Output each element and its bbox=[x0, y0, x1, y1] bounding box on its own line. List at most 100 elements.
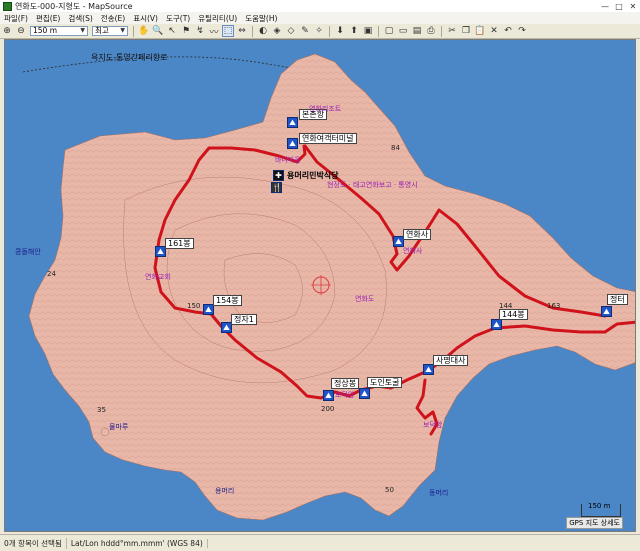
toolbar-separator bbox=[329, 25, 330, 37]
poi-label-island: 연화도 bbox=[355, 295, 375, 303]
poi-label-bosal: 보덕암 bbox=[335, 391, 355, 399]
highlight-icon[interactable]: ✧ bbox=[313, 25, 325, 37]
contour-label: 200 bbox=[321, 405, 335, 413]
distance-tool-icon[interactable]: ⇔ bbox=[236, 25, 248, 37]
paste-icon[interactable]: 📋 bbox=[474, 25, 486, 37]
sea-label-bottom-left: 물마루 bbox=[109, 423, 129, 431]
contour-label: 163 bbox=[547, 302, 561, 310]
waypoint-label-sabeom[interactable]: 사명대사 bbox=[433, 355, 469, 366]
detail-level-select[interactable]: 최고 ▼ bbox=[92, 26, 128, 36]
scale-text: 150 m bbox=[588, 502, 611, 510]
track-tool-icon[interactable]: 〰 bbox=[208, 25, 220, 38]
pointer-tool-icon[interactable]: ⬚ bbox=[222, 25, 234, 37]
hiking-waypoint-icon[interactable]: ⛰ bbox=[287, 117, 298, 128]
measure-icon[interactable]: ✎ bbox=[299, 25, 311, 37]
contour-label: 150 bbox=[187, 302, 201, 310]
waypoint-label-temple[interactable]: 연화사 bbox=[403, 229, 432, 240]
detail-level-value: 최고 bbox=[95, 26, 109, 35]
hiking-waypoint-icon[interactable]: ⛰ bbox=[287, 138, 298, 149]
hiking-waypoint-icon[interactable]: ⛰ bbox=[491, 319, 502, 330]
zoom-out-icon[interactable]: ⊖ bbox=[15, 25, 27, 37]
map-select-icon[interactable]: ◈ bbox=[271, 25, 283, 37]
contour-label: 24 bbox=[47, 270, 56, 278]
minimize-button[interactable]: — bbox=[598, 1, 612, 12]
contour-label: 84 bbox=[391, 144, 400, 152]
waypoint-label-161[interactable]: 161봉 bbox=[165, 238, 194, 249]
coordinate-format: Lat/Lon hddd°mm.mmm' (WGS 84) bbox=[67, 538, 208, 548]
toolbar-separator bbox=[133, 25, 134, 37]
contour-label: 35 bbox=[97, 406, 106, 414]
zoom-level-value: 150 m bbox=[33, 26, 58, 35]
map-tool-icon[interactable]: ◐ bbox=[257, 25, 269, 37]
waypoint-label-154[interactable]: 154봉 bbox=[213, 295, 242, 306]
menu-transfer[interactable]: 전송(E) bbox=[97, 13, 129, 24]
poi-label-misc: 보덕암 bbox=[423, 421, 443, 429]
menu-utilities[interactable]: 유틸리티(U) bbox=[194, 13, 241, 24]
menu-search[interactable]: 검색(S) bbox=[64, 13, 96, 24]
hiking-waypoint-icon[interactable]: ⛰ bbox=[601, 306, 612, 317]
chevron-down-icon: ▼ bbox=[120, 27, 125, 34]
menu-edit[interactable]: 편집(E) bbox=[32, 13, 64, 24]
contour-label: 50 bbox=[385, 486, 394, 494]
device-icon[interactable]: ▣ bbox=[362, 25, 374, 37]
poi-label-temple: 연화사 bbox=[403, 247, 423, 255]
toolbar-separator bbox=[378, 25, 379, 37]
send-device-icon[interactable]: ⬆ bbox=[348, 25, 360, 37]
islet bbox=[100, 427, 110, 437]
poi-label-guide: 현장도 · 태고연화보고 · 통영시 bbox=[327, 181, 418, 189]
waypoint-label-144[interactable]: 144봉 bbox=[499, 309, 528, 320]
print-icon[interactable]: ⎙ bbox=[425, 25, 437, 37]
sea-label-bottom: 용머리 bbox=[215, 487, 235, 495]
poi-label-market: 바다마을 bbox=[275, 156, 301, 164]
toolbar-separator bbox=[441, 25, 442, 37]
close-button[interactable]: ✕ bbox=[626, 1, 640, 12]
menu-tools[interactable]: 도구(T) bbox=[162, 13, 194, 24]
restaurant-icon[interactable]: 🍴 bbox=[271, 182, 282, 193]
waypoint-label-end[interactable]: 정터 bbox=[607, 294, 628, 305]
undo-icon[interactable]: ↶ bbox=[502, 25, 514, 37]
first-aid-icon[interactable]: ✚ bbox=[273, 170, 284, 181]
maximize-button[interactable]: □ bbox=[612, 1, 626, 12]
route-tool-icon[interactable]: ↯ bbox=[194, 25, 206, 37]
status-bar: 0개 항목이 선택됨 Lat/Lon hddd°mm.mmm' (WGS 84) bbox=[0, 534, 640, 551]
save-file-icon[interactable]: ▤ bbox=[411, 25, 423, 37]
open-file-icon[interactable]: ▭ bbox=[397, 25, 409, 37]
mapsource-app-icon bbox=[3, 1, 12, 11]
waypoint-label-toilet[interactable]: 도인토굴 bbox=[367, 377, 403, 388]
new-file-icon[interactable]: ▢ bbox=[383, 25, 395, 37]
waypoint-label-summit[interactable]: 정상봉 bbox=[331, 378, 360, 389]
chevron-down-icon: ▼ bbox=[80, 27, 85, 34]
delete-icon[interactable]: ✕ bbox=[488, 25, 500, 37]
sea-label-bottom-right: 동머리 bbox=[429, 489, 449, 497]
hiking-waypoint-icon[interactable]: ⛰ bbox=[323, 390, 334, 401]
waypoint-label-restaurant[interactable]: 용머리민박식당 bbox=[285, 171, 341, 180]
waypoint-label-terminal[interactable]: 연화여객터미널 bbox=[299, 133, 357, 144]
cut-icon[interactable]: ✂ bbox=[446, 25, 458, 37]
hiking-waypoint-icon[interactable]: ⛰ bbox=[359, 388, 370, 399]
menu-view[interactable]: 표시(V) bbox=[129, 13, 162, 24]
zoom-in-icon[interactable]: ⊕ bbox=[1, 25, 13, 37]
map-view[interactable]: 욕지도-통영간페리항로 콩돌해안 물마루 용머리 동머리 84 24 35 15… bbox=[4, 39, 636, 532]
map-erase-icon[interactable]: ◇ bbox=[285, 25, 297, 37]
selection-tool-icon[interactable]: ↖ bbox=[166, 25, 178, 37]
ferry-route-label: 욕지도-통영간페리항로 bbox=[91, 53, 168, 62]
redo-icon[interactable]: ↷ bbox=[516, 25, 528, 37]
waypoint-label-pavilion[interactable]: 정자1 bbox=[231, 314, 257, 325]
poi-label-resort: 연화리조트 bbox=[309, 105, 342, 113]
poi-label-church: 연화교회 bbox=[145, 273, 171, 281]
map-scale-bar: 150 m bbox=[581, 502, 621, 517]
main-toolbar: ⊕ ⊖ 150 m ▼ 최고 ▼ ✋ 🔍 ↖ ⚑ ↯ 〰 ⬚ ⇔ ◐ ◈ ◇ ✎ ✧… bbox=[0, 24, 640, 39]
zoom-level-select[interactable]: 150 m ▼ bbox=[30, 26, 88, 36]
hand-tool-icon[interactable]: ✋ bbox=[138, 25, 150, 37]
menu-file[interactable]: 파일(F) bbox=[0, 13, 32, 24]
sea-label-left: 콩돌해안 bbox=[15, 248, 41, 256]
waypoint-tool-icon[interactable]: ⚑ bbox=[180, 25, 192, 37]
zoom-tool-icon[interactable]: 🔍 bbox=[152, 25, 164, 37]
receive-device-icon[interactable]: ⬇ bbox=[334, 25, 346, 37]
selection-count: 0개 항목이 선택됨 bbox=[0, 537, 67, 549]
menu-help[interactable]: 도움말(H) bbox=[241, 13, 281, 24]
window-title: 연화도-000-지형도 - MapSource bbox=[15, 1, 133, 11]
copy-icon[interactable]: ❐ bbox=[460, 25, 472, 37]
toolbar-separator bbox=[252, 25, 253, 37]
map-detail-label: GPS 지도 상세도 bbox=[566, 517, 623, 529]
